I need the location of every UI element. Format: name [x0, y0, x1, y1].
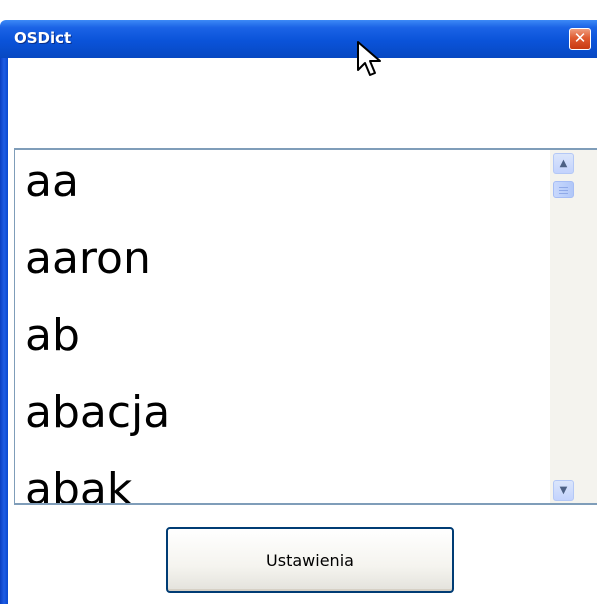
close-icon: ✕ — [573, 29, 587, 47]
osdict-window: OSDict ✕ aa aaron ab abacja abak ▲ ▼ Ust… — [0, 20, 597, 606]
vertical-scrollbar[interactable]: ▲ ▼ — [550, 150, 597, 503]
list-item-ab[interactable]: ab — [25, 314, 80, 358]
scroll-up-button[interactable]: ▲ — [553, 153, 574, 174]
thumb-grip-line — [559, 193, 568, 194]
title-bar[interactable]: OSDict ✕ — [0, 20, 597, 58]
close-button[interactable]: ✕ — [569, 28, 591, 50]
scroll-down-arrow-icon: ▼ — [559, 485, 568, 496]
list-item-aa[interactable]: aa — [25, 160, 79, 204]
thumb-grip-line — [559, 187, 568, 188]
word-list[interactable]: aa aaron ab abacja abak — [14, 150, 597, 503]
search-input[interactable] — [14, 58, 597, 150]
window-title: OSDict — [14, 29, 72, 47]
thumb-grip-line — [559, 190, 568, 191]
mouse-pointer-icon — [357, 41, 381, 76]
list-item-aaron[interactable]: aaron — [25, 237, 151, 281]
list-item-abak[interactable]: abak — [25, 468, 132, 504]
list-item-abacja[interactable]: abacja — [25, 391, 170, 435]
window-frame-left — [0, 58, 8, 604]
scroll-up-arrow-icon: ▲ — [559, 158, 568, 169]
scroll-down-button[interactable]: ▼ — [553, 480, 574, 501]
settings-button-label: Ustawienia — [266, 550, 354, 570]
settings-button[interactable]: Ustawienia — [166, 527, 454, 593]
scroll-thumb[interactable] — [553, 181, 574, 198]
